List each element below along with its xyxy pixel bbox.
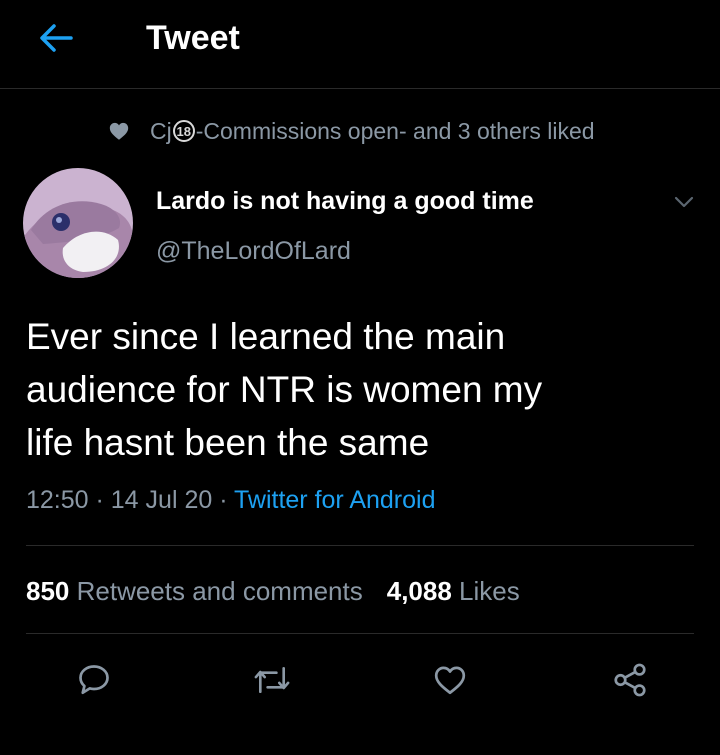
- likes-stat[interactable]: 4,088 Likes: [387, 576, 520, 606]
- age-18-badge: 18: [172, 120, 195, 142]
- retweet-icon: [254, 666, 290, 694]
- heart-icon: [109, 122, 129, 140]
- social-context[interactable]: Cj 18 -Commissions open- and 3 others li…: [108, 114, 595, 148]
- top-bar: Tweet: [0, 0, 720, 89]
- divider: [26, 633, 694, 634]
- social-context-text: Cj 18 -Commissions open- and 3 others li…: [150, 118, 595, 145]
- divider: [26, 545, 694, 546]
- page-title: Tweet: [146, 19, 240, 57]
- tweet-time: 12:50: [26, 486, 89, 514]
- meta-separator: ·: [212, 486, 235, 514]
- retweet-button[interactable]: [250, 658, 294, 702]
- retweets-label: Retweets and comments: [69, 576, 363, 606]
- like-icon: [434, 666, 466, 695]
- liked-by-others: and 3 others liked: [406, 117, 595, 144]
- share-button[interactable]: [608, 658, 652, 702]
- tweet-date: 14 Jul 20: [110, 486, 213, 514]
- arrow-left-icon: [40, 24, 73, 52]
- back-button[interactable]: [30, 16, 82, 60]
- tweet-metadata: 12:50 · 14 Jul 20 · Twitter for Android: [26, 482, 436, 518]
- meta-separator: ·: [88, 486, 111, 514]
- retweets-stat[interactable]: 850 Retweets and comments: [26, 576, 363, 606]
- tweet-text-line: audience for NTR is women my: [26, 369, 543, 410]
- chevron-down-icon[interactable]: [672, 190, 696, 214]
- author-handle[interactable]: @TheLordOfLard: [156, 234, 351, 268]
- reply-button[interactable]: [72, 658, 116, 702]
- likes-label: Likes: [451, 576, 520, 606]
- share-icon: [614, 663, 646, 697]
- retweets-count: 850: [26, 576, 70, 606]
- liker-name-prefix: Cj: [150, 117, 172, 144]
- like-button[interactable]: [428, 658, 472, 702]
- tweet-text-line: life hasnt been the same: [26, 422, 430, 463]
- tweet-stats: 850 Retweets and comments 4,088 Likes: [26, 572, 520, 610]
- reply-icon: [79, 665, 109, 695]
- author-display-name[interactable]: Lardo is not having a good time: [156, 184, 534, 218]
- liker-name-suffix: -Commissions open-: [195, 117, 407, 144]
- tweet-source-link[interactable]: Twitter for Android: [234, 486, 435, 514]
- likes-count: 4,088: [386, 576, 452, 606]
- tweet-text: Ever since I learned the main audience f…: [26, 310, 686, 469]
- tweet-text-line: Ever since I learned the main: [26, 316, 506, 357]
- avatar[interactable]: [23, 168, 133, 278]
- avatar-image: [23, 168, 133, 278]
